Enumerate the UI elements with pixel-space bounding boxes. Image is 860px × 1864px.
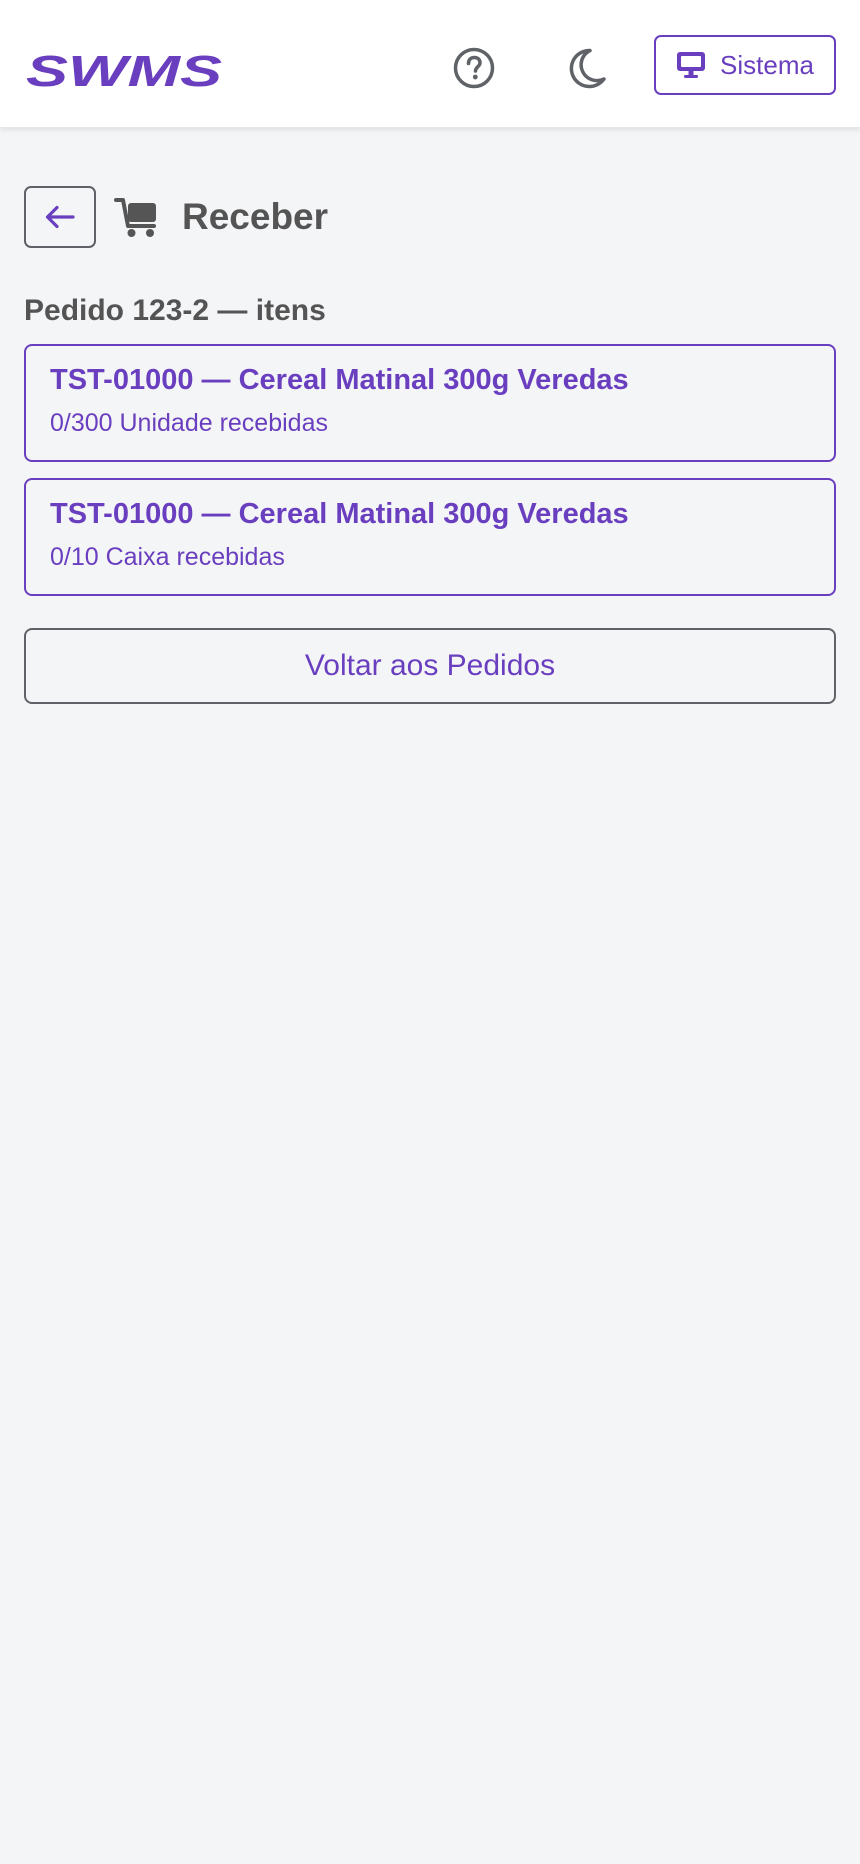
system-theme-button[interactable]: Sistema xyxy=(654,35,836,95)
back-to-orders-button[interactable]: Voltar aos Pedidos xyxy=(24,628,836,704)
question-circle-icon xyxy=(453,47,495,89)
moon-icon xyxy=(569,48,606,89)
main-content: Receber Pedido 123-2 — itens TST-01000 —… xyxy=(24,186,836,704)
swms-logo[interactable]: SWMS xyxy=(24,50,224,90)
cart-icon xyxy=(114,196,160,238)
item-title: TST-01000 — Cereal Matinal 300g Veredas xyxy=(50,364,629,396)
item-received-status: 0/10 Caixa recebidas xyxy=(50,543,285,571)
help-button[interactable] xyxy=(446,40,502,96)
swms-logo-mark: SWMS xyxy=(26,50,222,90)
theme-toggle-button[interactable] xyxy=(558,40,614,96)
monitor-icon xyxy=(676,51,706,79)
arrow-left-icon xyxy=(45,205,75,229)
order-items-heading: Pedido 123-2 — itens xyxy=(24,294,326,327)
svg-text:SWMS: SWMS xyxy=(26,50,222,90)
back-button[interactable] xyxy=(24,186,96,248)
page-title: Receber xyxy=(182,196,329,237)
order-item-card[interactable]: TST-01000 — Cereal Matinal 300g Veredas … xyxy=(24,478,836,596)
order-items-list: TST-01000 — Cereal Matinal 300g Veredas … xyxy=(24,344,836,596)
order-item-card[interactable]: TST-01000 — Cereal Matinal 300g Veredas … xyxy=(24,344,836,462)
item-title: TST-01000 — Cereal Matinal 300g Veredas xyxy=(50,498,629,530)
item-received-status: 0/300 Unidade recebidas xyxy=(50,409,328,437)
system-theme-label: Sistema xyxy=(720,49,814,80)
top-bar: SWMS Sistema xyxy=(0,0,860,128)
page-header: Receber xyxy=(24,186,836,248)
